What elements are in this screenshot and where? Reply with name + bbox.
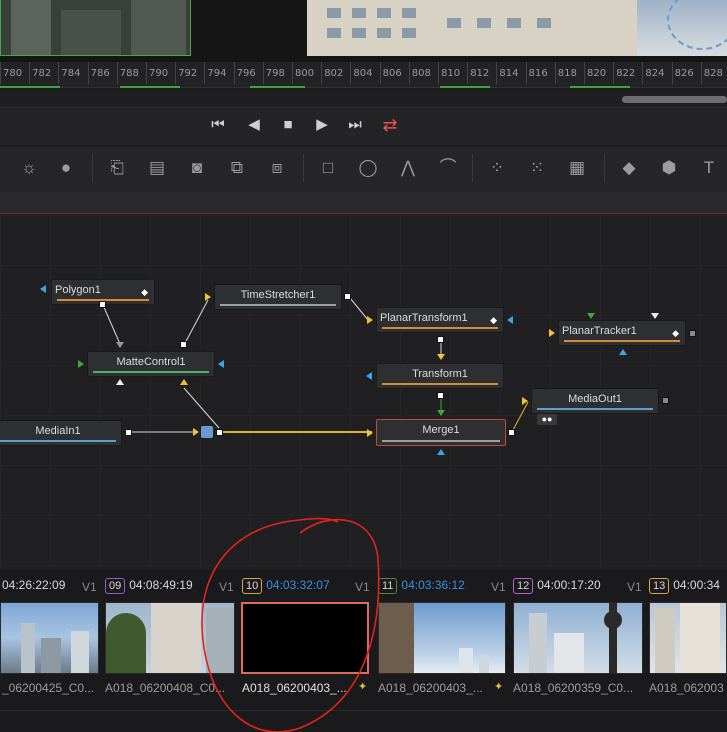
ruler-tick bbox=[350, 62, 352, 84]
ruler-label: 814 bbox=[499, 68, 519, 79]
ruler-tick bbox=[87, 62, 89, 84]
ruler-label: 822 bbox=[616, 68, 636, 79]
ruler-label: 780 bbox=[3, 68, 23, 79]
ruler-label: 802 bbox=[324, 68, 344, 79]
ruler-tick bbox=[613, 62, 615, 84]
ruler-label: 806 bbox=[382, 68, 402, 79]
ruler-label: 792 bbox=[178, 68, 198, 79]
ruler-tick bbox=[700, 62, 702, 84]
ruler-tick bbox=[379, 62, 381, 84]
ruler-label: 800 bbox=[295, 68, 315, 79]
ruler-tick bbox=[116, 62, 118, 84]
ruler-label: 798 bbox=[265, 68, 285, 79]
ruler-tick bbox=[175, 62, 177, 84]
ruler-tick bbox=[671, 62, 673, 84]
ruler-label: 794 bbox=[207, 68, 227, 79]
ruler-label: 786 bbox=[90, 68, 110, 79]
ruler-label: 828 bbox=[703, 68, 723, 79]
ruler-tick bbox=[554, 62, 556, 84]
ruler-tick bbox=[408, 62, 410, 84]
ruler-label: 808 bbox=[411, 68, 431, 79]
ruler-tick bbox=[58, 62, 60, 84]
ruler-label: 804 bbox=[353, 68, 373, 79]
ruler-tick bbox=[467, 62, 469, 84]
annotation-circle bbox=[201, 517, 380, 732]
ruler-label: 810 bbox=[441, 68, 461, 79]
ruler-tick bbox=[262, 62, 264, 84]
ruler-label: 796 bbox=[236, 68, 256, 79]
ruler-label: 820 bbox=[587, 68, 607, 79]
ruler-tick bbox=[233, 62, 235, 84]
ruler-label: 818 bbox=[557, 68, 577, 79]
ruler-tick bbox=[642, 62, 644, 84]
ruler-label: 790 bbox=[149, 68, 169, 79]
ruler-tick bbox=[29, 62, 31, 84]
ruler-label: 826 bbox=[674, 68, 694, 79]
ruler-tick bbox=[496, 62, 498, 84]
ruler-label: 812 bbox=[470, 68, 490, 79]
ruler-tick bbox=[584, 62, 585, 84]
ruler-tick bbox=[525, 62, 527, 84]
ruler-tick bbox=[0, 62, 1, 84]
ruler-label: 816 bbox=[528, 68, 548, 79]
ruler-label: 788 bbox=[119, 68, 139, 79]
ruler-label: 782 bbox=[32, 68, 52, 79]
ruler-tick bbox=[321, 62, 323, 84]
ruler-label: 824 bbox=[645, 68, 665, 79]
ruler-label: 784 bbox=[61, 68, 81, 79]
ruler-tick bbox=[204, 62, 206, 84]
ruler-tick bbox=[292, 62, 293, 84]
ruler-tick bbox=[146, 62, 147, 84]
ruler-tick bbox=[438, 62, 439, 84]
